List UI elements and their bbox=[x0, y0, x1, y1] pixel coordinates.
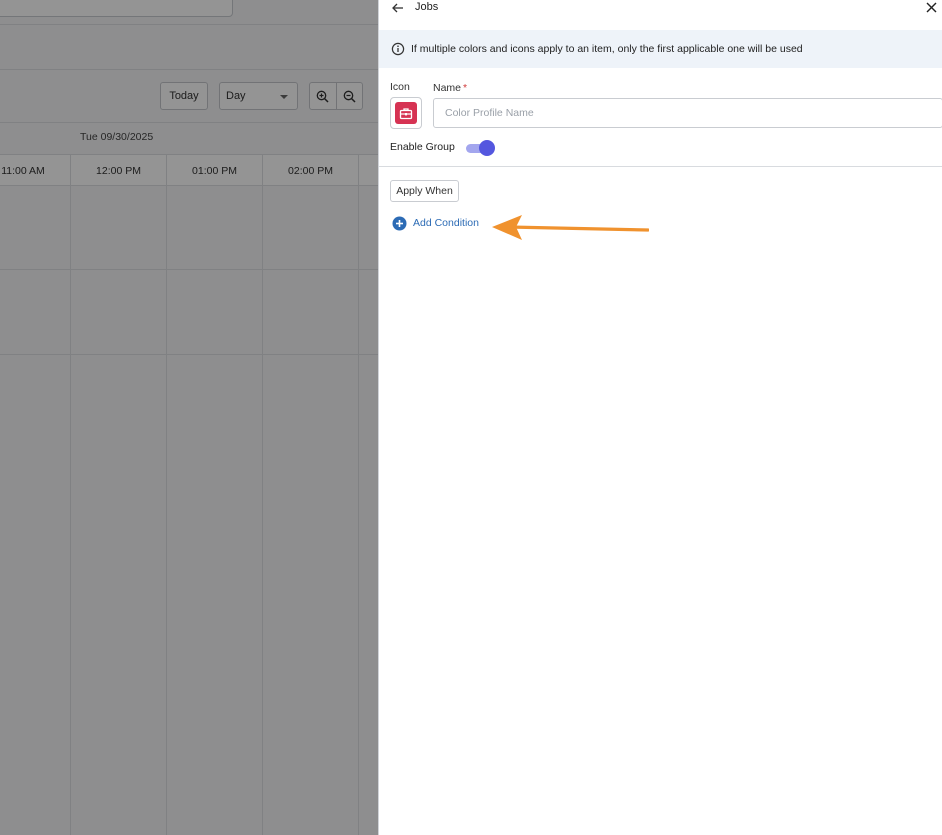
drawer-header: Jobs bbox=[379, 0, 942, 30]
drawer-title: Jobs bbox=[415, 1, 439, 13]
icon-swatch bbox=[395, 102, 417, 124]
color-profile-drawer: Jobs If multiple colors and icons apply … bbox=[378, 0, 942, 835]
add-condition-label: Add Condition bbox=[413, 217, 479, 229]
toggle-knob bbox=[479, 140, 495, 156]
add-condition-button[interactable]: Add Condition bbox=[392, 215, 479, 231]
color-profile-name-input[interactable] bbox=[433, 98, 942, 128]
required-marker: * bbox=[463, 82, 468, 94]
back-arrow-icon[interactable] bbox=[391, 1, 405, 15]
modal-backdrop[interactable] bbox=[0, 0, 378, 835]
toolbox-icon bbox=[399, 107, 413, 119]
info-icon bbox=[391, 42, 405, 56]
info-banner: If multiple colors and icons apply to an… bbox=[379, 30, 942, 68]
apply-when-button[interactable]: Apply When bbox=[390, 180, 459, 202]
divider bbox=[379, 166, 942, 167]
enable-group-label: Enable Group bbox=[390, 141, 455, 153]
enable-group-toggle[interactable] bbox=[465, 140, 496, 156]
icon-picker-button[interactable] bbox=[390, 97, 422, 129]
name-label-text: Name bbox=[433, 82, 462, 94]
info-message: If multiple colors and icons apply to an… bbox=[411, 43, 803, 55]
icon-label: Icon bbox=[390, 81, 410, 93]
close-icon[interactable] bbox=[925, 1, 938, 14]
annotation-arrow-icon bbox=[492, 215, 649, 240]
plus-circle-icon bbox=[392, 216, 407, 230]
name-label: Name * bbox=[433, 82, 467, 94]
